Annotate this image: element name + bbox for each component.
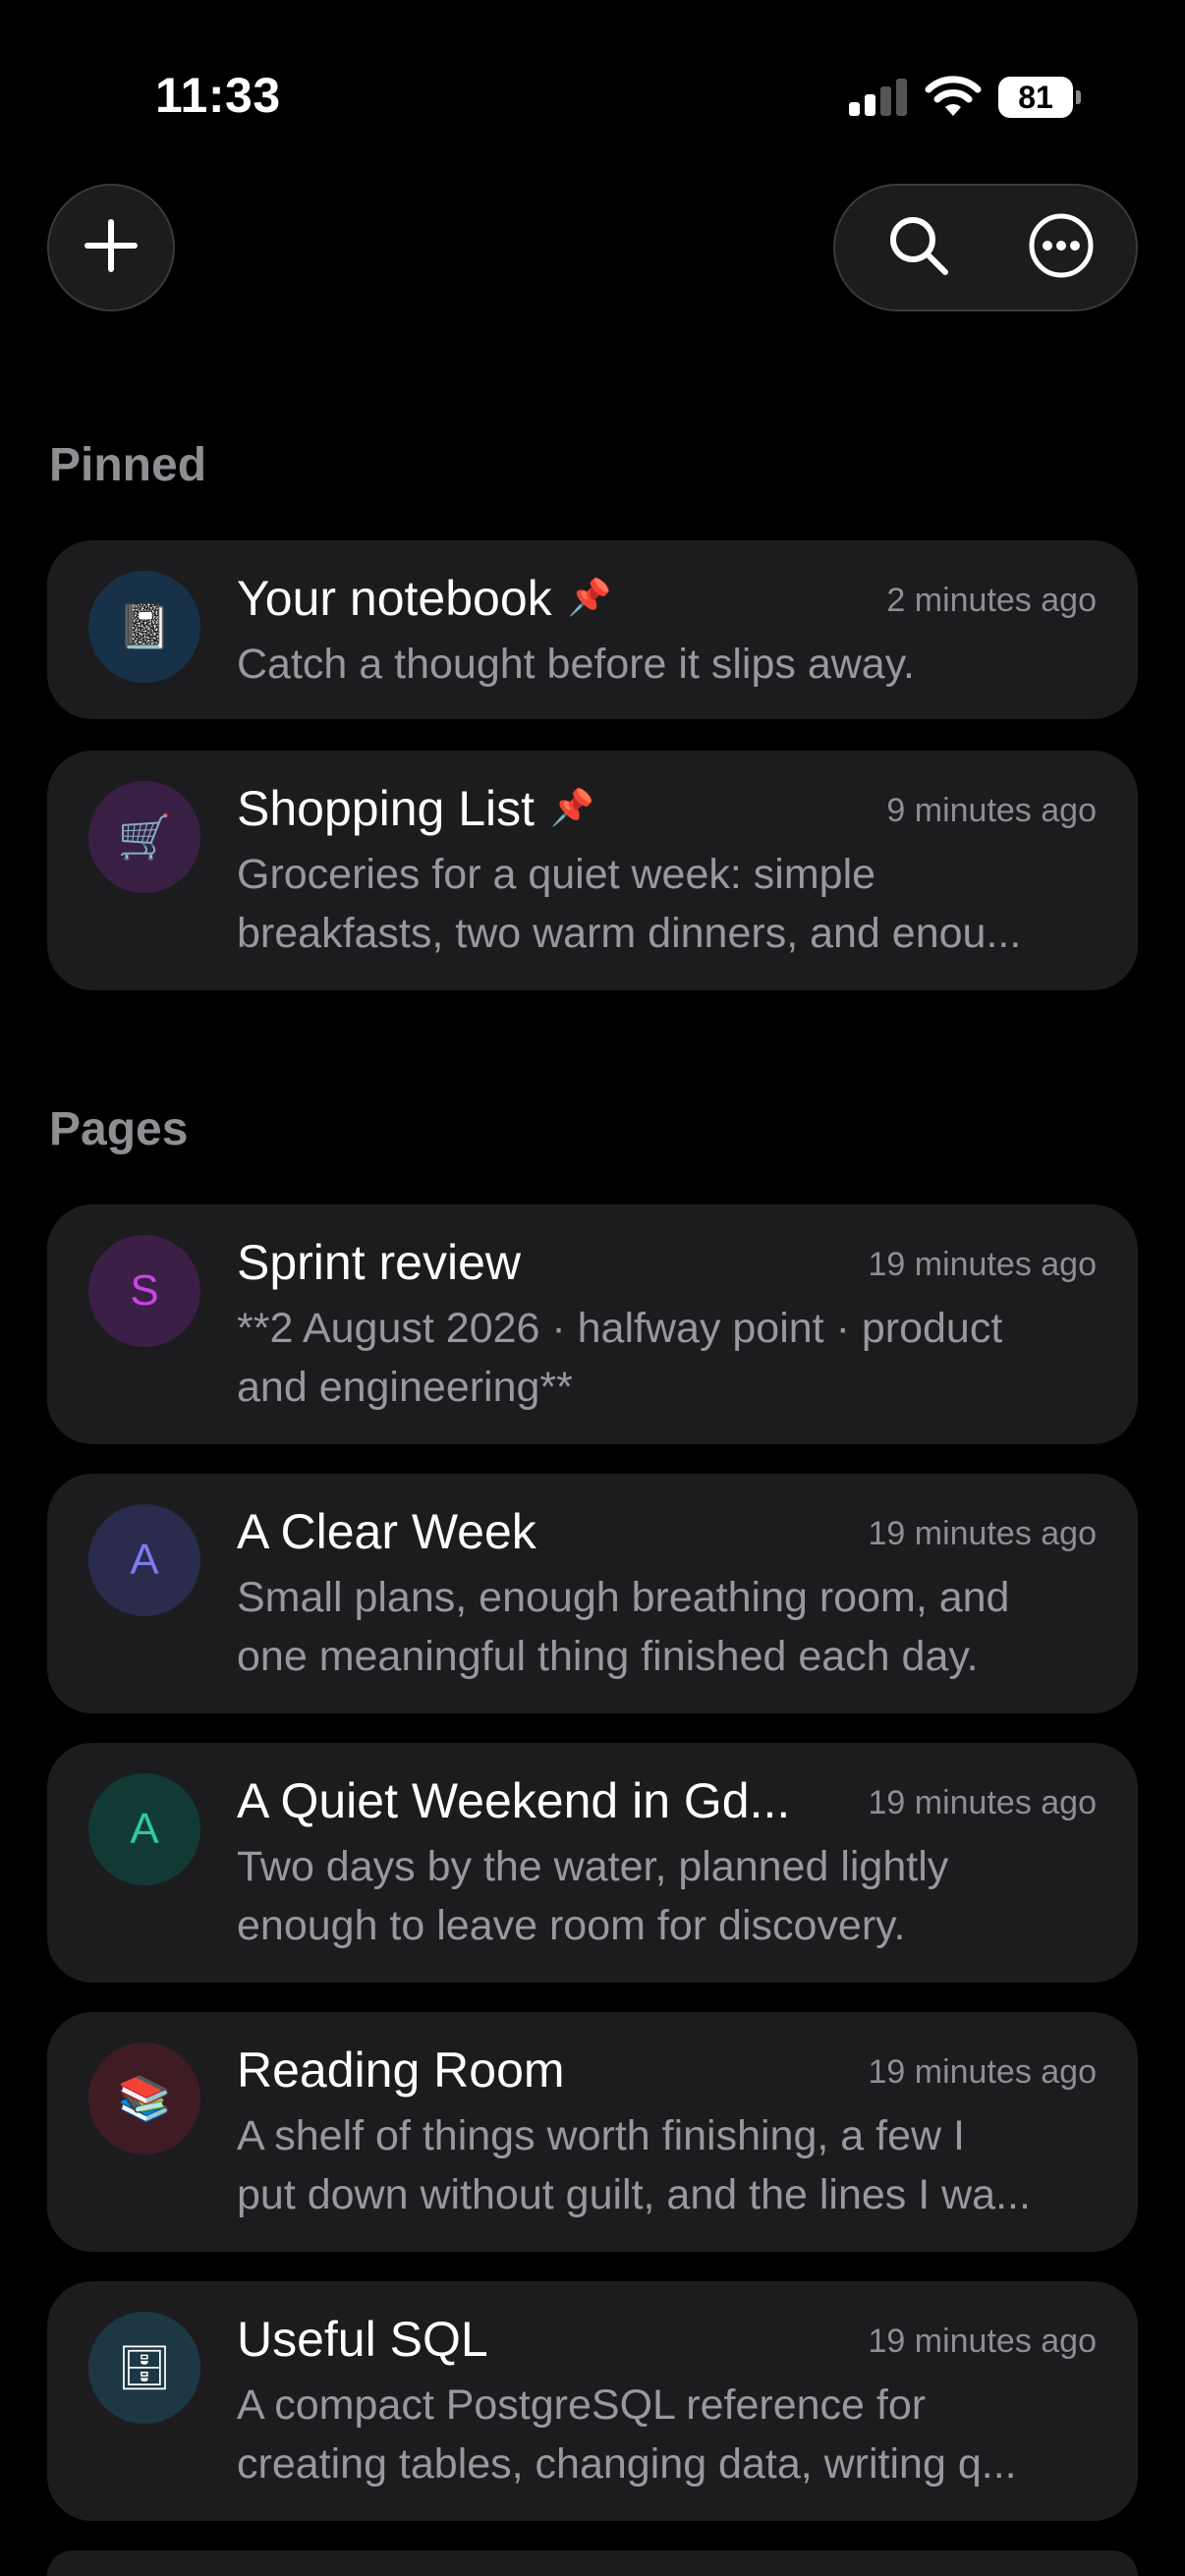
- top-actions-pill: [833, 184, 1138, 311]
- books-icon: 📚: [88, 2043, 200, 2155]
- letter-avatar: S: [88, 1235, 200, 1347]
- card-description: A shelf of things worth finishing, a few…: [237, 2112, 1031, 2218]
- pinned-card-your-notebook[interactable]: 📓 Your notebook 📌 2 minutes ago Catch a t…: [47, 540, 1138, 719]
- card-timestamp: 2 minutes ago: [886, 582, 1097, 619]
- shopping-cart-icon: 🛒: [88, 781, 200, 893]
- letter-avatar: A: [88, 1773, 200, 1885]
- status-bar: 11:33 81: [0, 0, 1185, 187]
- search-icon: [886, 213, 951, 283]
- page-card-sprint-review[interactable]: S Sprint review 19 minutes ago **2 Augus…: [47, 1204, 1138, 1444]
- section-title-pages: Pages: [49, 1103, 189, 1155]
- pinned-card-shopping-list[interactable]: 🛒 Shopping List 📌 9 minutes ago Groceries…: [47, 751, 1138, 990]
- page-card-partial[interactable]: [47, 2550, 1138, 2576]
- card-title: Sprint review: [237, 1235, 521, 1290]
- card-timestamp: 19 minutes ago: [868, 2323, 1098, 2360]
- card-timestamp: 19 minutes ago: [868, 2053, 1098, 2091]
- pin-icon: 📌: [567, 577, 612, 617]
- card-title: Reading Room: [237, 2043, 565, 2098]
- card-timestamp: 19 minutes ago: [868, 1515, 1098, 1552]
- card-timestamp: 19 minutes ago: [868, 1246, 1098, 1283]
- status-time: 11:33: [155, 68, 281, 123]
- pin-icon: 📌: [550, 787, 594, 827]
- card-description: Two days by the water, planned lightly e…: [237, 1843, 949, 1949]
- new-page-button[interactable]: [47, 184, 175, 311]
- card-title: Shopping List: [237, 781, 536, 836]
- card-timestamp: 9 minutes ago: [886, 792, 1097, 829]
- ellipsis-circle-icon: [1028, 212, 1095, 284]
- card-title: Your notebook: [237, 571, 552, 626]
- letter-avatar: A: [88, 1504, 200, 1616]
- battery-level: 81: [998, 77, 1073, 118]
- wifi-icon: [924, 73, 983, 118]
- notebook-icon: 📓: [88, 571, 200, 683]
- search-button[interactable]: [855, 186, 983, 309]
- card-description: Small plans, enough breathing room, and …: [237, 1574, 1010, 1680]
- section-title-pinned: Pinned: [49, 439, 207, 491]
- card-description: Catch a thought before it slips away.: [237, 641, 915, 688]
- card-description: **2 August 2026 · halfway point · produc…: [237, 1305, 1003, 1411]
- page-card-useful-sql[interactable]: 🗄 Useful SQL 19 minutes ago A compact Po…: [47, 2281, 1138, 2521]
- cellular-signal-icon: [849, 79, 908, 116]
- card-title: Useful SQL: [237, 2312, 488, 2367]
- file-cabinet-icon: 🗄: [88, 2312, 200, 2424]
- card-title: A Quiet Weekend in Gd...: [237, 1773, 791, 1828]
- card-description: Groceries for a quiet week: simple break…: [237, 851, 1022, 957]
- card-description: A compact PostgreSQL reference for creat…: [237, 2381, 1017, 2488]
- plus-icon: [84, 218, 139, 278]
- card-timestamp: 19 minutes ago: [868, 1784, 1098, 1821]
- page-card-reading-room[interactable]: 📚 Reading Room 19 minutes ago A shelf of…: [47, 2012, 1138, 2252]
- card-title: A Clear Week: [237, 1504, 536, 1559]
- page-card-a-clear-week[interactable]: A A Clear Week 19 minutes ago Small plan…: [47, 1474, 1138, 1713]
- more-options-button[interactable]: [997, 186, 1125, 309]
- page-card-a-quiet-weekend[interactable]: A A Quiet Weekend in Gd... 19 minutes ag…: [47, 1743, 1138, 1983]
- battery-icon: 81: [998, 77, 1081, 118]
